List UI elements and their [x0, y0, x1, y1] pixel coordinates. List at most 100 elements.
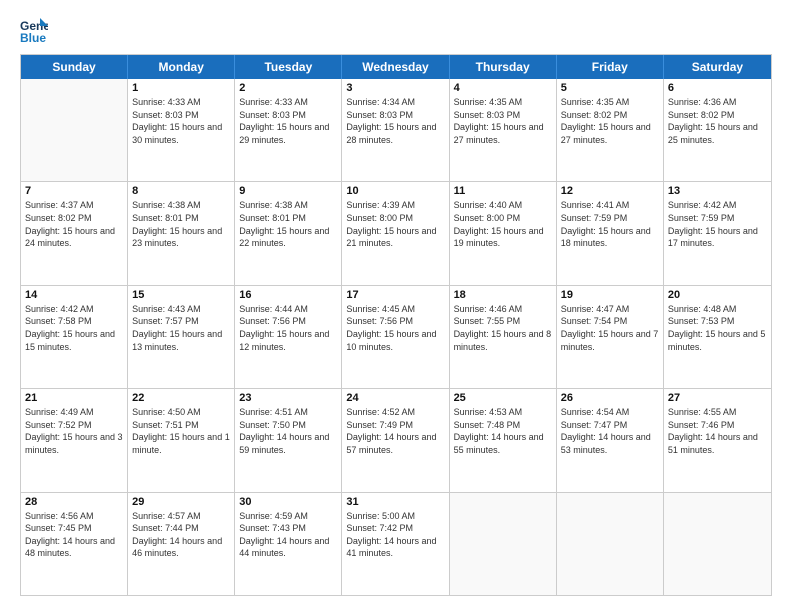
- cell-info: Sunrise: 4:43 AMSunset: 7:57 PMDaylight:…: [132, 303, 230, 353]
- day-number: 25: [454, 392, 552, 404]
- calendar-cell: 18 Sunrise: 4:46 AMSunset: 7:55 PMDaylig…: [450, 286, 557, 388]
- cell-info: Sunrise: 4:54 AMSunset: 7:47 PMDaylight:…: [561, 406, 659, 456]
- day-number: 7: [25, 185, 123, 197]
- calendar-cell: 14 Sunrise: 4:42 AMSunset: 7:58 PMDaylig…: [21, 286, 128, 388]
- header: General Blue: [20, 16, 772, 44]
- day-number: 24: [346, 392, 444, 404]
- day-number: 27: [668, 392, 767, 404]
- cell-info: Sunrise: 4:35 AMSunset: 8:02 PMDaylight:…: [561, 96, 659, 146]
- logo: General Blue: [20, 16, 52, 44]
- day-number: 13: [668, 185, 767, 197]
- calendar-row-4: 28 Sunrise: 4:56 AMSunset: 7:45 PMDaylig…: [21, 492, 771, 595]
- header-day-monday: Monday: [128, 55, 235, 79]
- cell-info: Sunrise: 4:52 AMSunset: 7:49 PMDaylight:…: [346, 406, 444, 456]
- day-number: 10: [346, 185, 444, 197]
- cell-info: Sunrise: 4:42 AMSunset: 7:58 PMDaylight:…: [25, 303, 123, 353]
- cell-info: Sunrise: 4:48 AMSunset: 7:53 PMDaylight:…: [668, 303, 767, 353]
- day-number: 17: [346, 289, 444, 301]
- calendar-cell: 12 Sunrise: 4:41 AMSunset: 7:59 PMDaylig…: [557, 182, 664, 284]
- cell-info: Sunrise: 4:59 AMSunset: 7:43 PMDaylight:…: [239, 510, 337, 560]
- day-number: 19: [561, 289, 659, 301]
- calendar-cell: 4 Sunrise: 4:35 AMSunset: 8:03 PMDayligh…: [450, 79, 557, 181]
- day-number: 12: [561, 185, 659, 197]
- cell-info: Sunrise: 4:53 AMSunset: 7:48 PMDaylight:…: [454, 406, 552, 456]
- calendar-cell: 6 Sunrise: 4:36 AMSunset: 8:02 PMDayligh…: [664, 79, 771, 181]
- day-number: 1: [132, 82, 230, 94]
- day-number: 23: [239, 392, 337, 404]
- cell-info: Sunrise: 4:49 AMSunset: 7:52 PMDaylight:…: [25, 406, 123, 456]
- cell-info: Sunrise: 4:41 AMSunset: 7:59 PMDaylight:…: [561, 199, 659, 249]
- cell-info: Sunrise: 4:33 AMSunset: 8:03 PMDaylight:…: [239, 96, 337, 146]
- calendar-row-3: 21 Sunrise: 4:49 AMSunset: 7:52 PMDaylig…: [21, 388, 771, 491]
- calendar-cell: 8 Sunrise: 4:38 AMSunset: 8:01 PMDayligh…: [128, 182, 235, 284]
- day-number: 29: [132, 496, 230, 508]
- day-number: 16: [239, 289, 337, 301]
- header-day-friday: Friday: [557, 55, 664, 79]
- calendar-cell: [557, 493, 664, 595]
- calendar-row-1: 7 Sunrise: 4:37 AMSunset: 8:02 PMDayligh…: [21, 181, 771, 284]
- calendar-cell: 23 Sunrise: 4:51 AMSunset: 7:50 PMDaylig…: [235, 389, 342, 491]
- cell-info: Sunrise: 4:34 AMSunset: 8:03 PMDaylight:…: [346, 96, 444, 146]
- calendar-cell: 15 Sunrise: 4:43 AMSunset: 7:57 PMDaylig…: [128, 286, 235, 388]
- cell-info: Sunrise: 4:46 AMSunset: 7:55 PMDaylight:…: [454, 303, 552, 353]
- calendar-row-0: 1 Sunrise: 4:33 AMSunset: 8:03 PMDayligh…: [21, 79, 771, 181]
- day-number: 28: [25, 496, 123, 508]
- calendar-cell: [450, 493, 557, 595]
- calendar-cell: 27 Sunrise: 4:55 AMSunset: 7:46 PMDaylig…: [664, 389, 771, 491]
- calendar-cell: 1 Sunrise: 4:33 AMSunset: 8:03 PMDayligh…: [128, 79, 235, 181]
- calendar-cell: 22 Sunrise: 4:50 AMSunset: 7:51 PMDaylig…: [128, 389, 235, 491]
- cell-info: Sunrise: 4:57 AMSunset: 7:44 PMDaylight:…: [132, 510, 230, 560]
- cell-info: Sunrise: 4:38 AMSunset: 8:01 PMDaylight:…: [132, 199, 230, 249]
- cell-info: Sunrise: 4:37 AMSunset: 8:02 PMDaylight:…: [25, 199, 123, 249]
- calendar-cell: 11 Sunrise: 4:40 AMSunset: 8:00 PMDaylig…: [450, 182, 557, 284]
- day-number: 18: [454, 289, 552, 301]
- calendar-cell: 19 Sunrise: 4:47 AMSunset: 7:54 PMDaylig…: [557, 286, 664, 388]
- cell-info: Sunrise: 4:45 AMSunset: 7:56 PMDaylight:…: [346, 303, 444, 353]
- calendar-header: SundayMondayTuesdayWednesdayThursdayFrid…: [21, 55, 771, 79]
- day-number: 2: [239, 82, 337, 94]
- day-number: 22: [132, 392, 230, 404]
- day-number: 20: [668, 289, 767, 301]
- calendar-cell: 9 Sunrise: 4:38 AMSunset: 8:01 PMDayligh…: [235, 182, 342, 284]
- day-number: 30: [239, 496, 337, 508]
- calendar-cell: 21 Sunrise: 4:49 AMSunset: 7:52 PMDaylig…: [21, 389, 128, 491]
- header-day-tuesday: Tuesday: [235, 55, 342, 79]
- cell-info: Sunrise: 4:51 AMSunset: 7:50 PMDaylight:…: [239, 406, 337, 456]
- day-number: 11: [454, 185, 552, 197]
- calendar-cell: 26 Sunrise: 4:54 AMSunset: 7:47 PMDaylig…: [557, 389, 664, 491]
- calendar-cell: 3 Sunrise: 4:34 AMSunset: 8:03 PMDayligh…: [342, 79, 449, 181]
- day-number: 26: [561, 392, 659, 404]
- day-number: 15: [132, 289, 230, 301]
- cell-info: Sunrise: 4:47 AMSunset: 7:54 PMDaylight:…: [561, 303, 659, 353]
- day-number: 31: [346, 496, 444, 508]
- cell-info: Sunrise: 4:40 AMSunset: 8:00 PMDaylight:…: [454, 199, 552, 249]
- calendar-cell: 31 Sunrise: 5:00 AMSunset: 7:42 PMDaylig…: [342, 493, 449, 595]
- day-number: 6: [668, 82, 767, 94]
- calendar-cell: 30 Sunrise: 4:59 AMSunset: 7:43 PMDaylig…: [235, 493, 342, 595]
- header-day-wednesday: Wednesday: [342, 55, 449, 79]
- day-number: 4: [454, 82, 552, 94]
- calendar-row-2: 14 Sunrise: 4:42 AMSunset: 7:58 PMDaylig…: [21, 285, 771, 388]
- calendar-cell: 28 Sunrise: 4:56 AMSunset: 7:45 PMDaylig…: [21, 493, 128, 595]
- cell-info: Sunrise: 4:38 AMSunset: 8:01 PMDaylight:…: [239, 199, 337, 249]
- day-number: 9: [239, 185, 337, 197]
- cell-info: Sunrise: 4:50 AMSunset: 7:51 PMDaylight:…: [132, 406, 230, 456]
- cell-info: Sunrise: 4:56 AMSunset: 7:45 PMDaylight:…: [25, 510, 123, 560]
- calendar-cell: 7 Sunrise: 4:37 AMSunset: 8:02 PMDayligh…: [21, 182, 128, 284]
- calendar: SundayMondayTuesdayWednesdayThursdayFrid…: [20, 54, 772, 596]
- cell-info: Sunrise: 4:42 AMSunset: 7:59 PMDaylight:…: [668, 199, 767, 249]
- page: General Blue SundayMondayTuesdayWednesda…: [0, 0, 792, 612]
- calendar-cell: 24 Sunrise: 4:52 AMSunset: 7:49 PMDaylig…: [342, 389, 449, 491]
- header-day-saturday: Saturday: [664, 55, 771, 79]
- calendar-cell: [664, 493, 771, 595]
- calendar-cell: 16 Sunrise: 4:44 AMSunset: 7:56 PMDaylig…: [235, 286, 342, 388]
- day-number: 8: [132, 185, 230, 197]
- day-number: 21: [25, 392, 123, 404]
- calendar-cell: 20 Sunrise: 4:48 AMSunset: 7:53 PMDaylig…: [664, 286, 771, 388]
- calendar-cell: 5 Sunrise: 4:35 AMSunset: 8:02 PMDayligh…: [557, 79, 664, 181]
- day-number: 3: [346, 82, 444, 94]
- cell-info: Sunrise: 4:35 AMSunset: 8:03 PMDaylight:…: [454, 96, 552, 146]
- cell-info: Sunrise: 5:00 AMSunset: 7:42 PMDaylight:…: [346, 510, 444, 560]
- day-number: 5: [561, 82, 659, 94]
- header-day-thursday: Thursday: [450, 55, 557, 79]
